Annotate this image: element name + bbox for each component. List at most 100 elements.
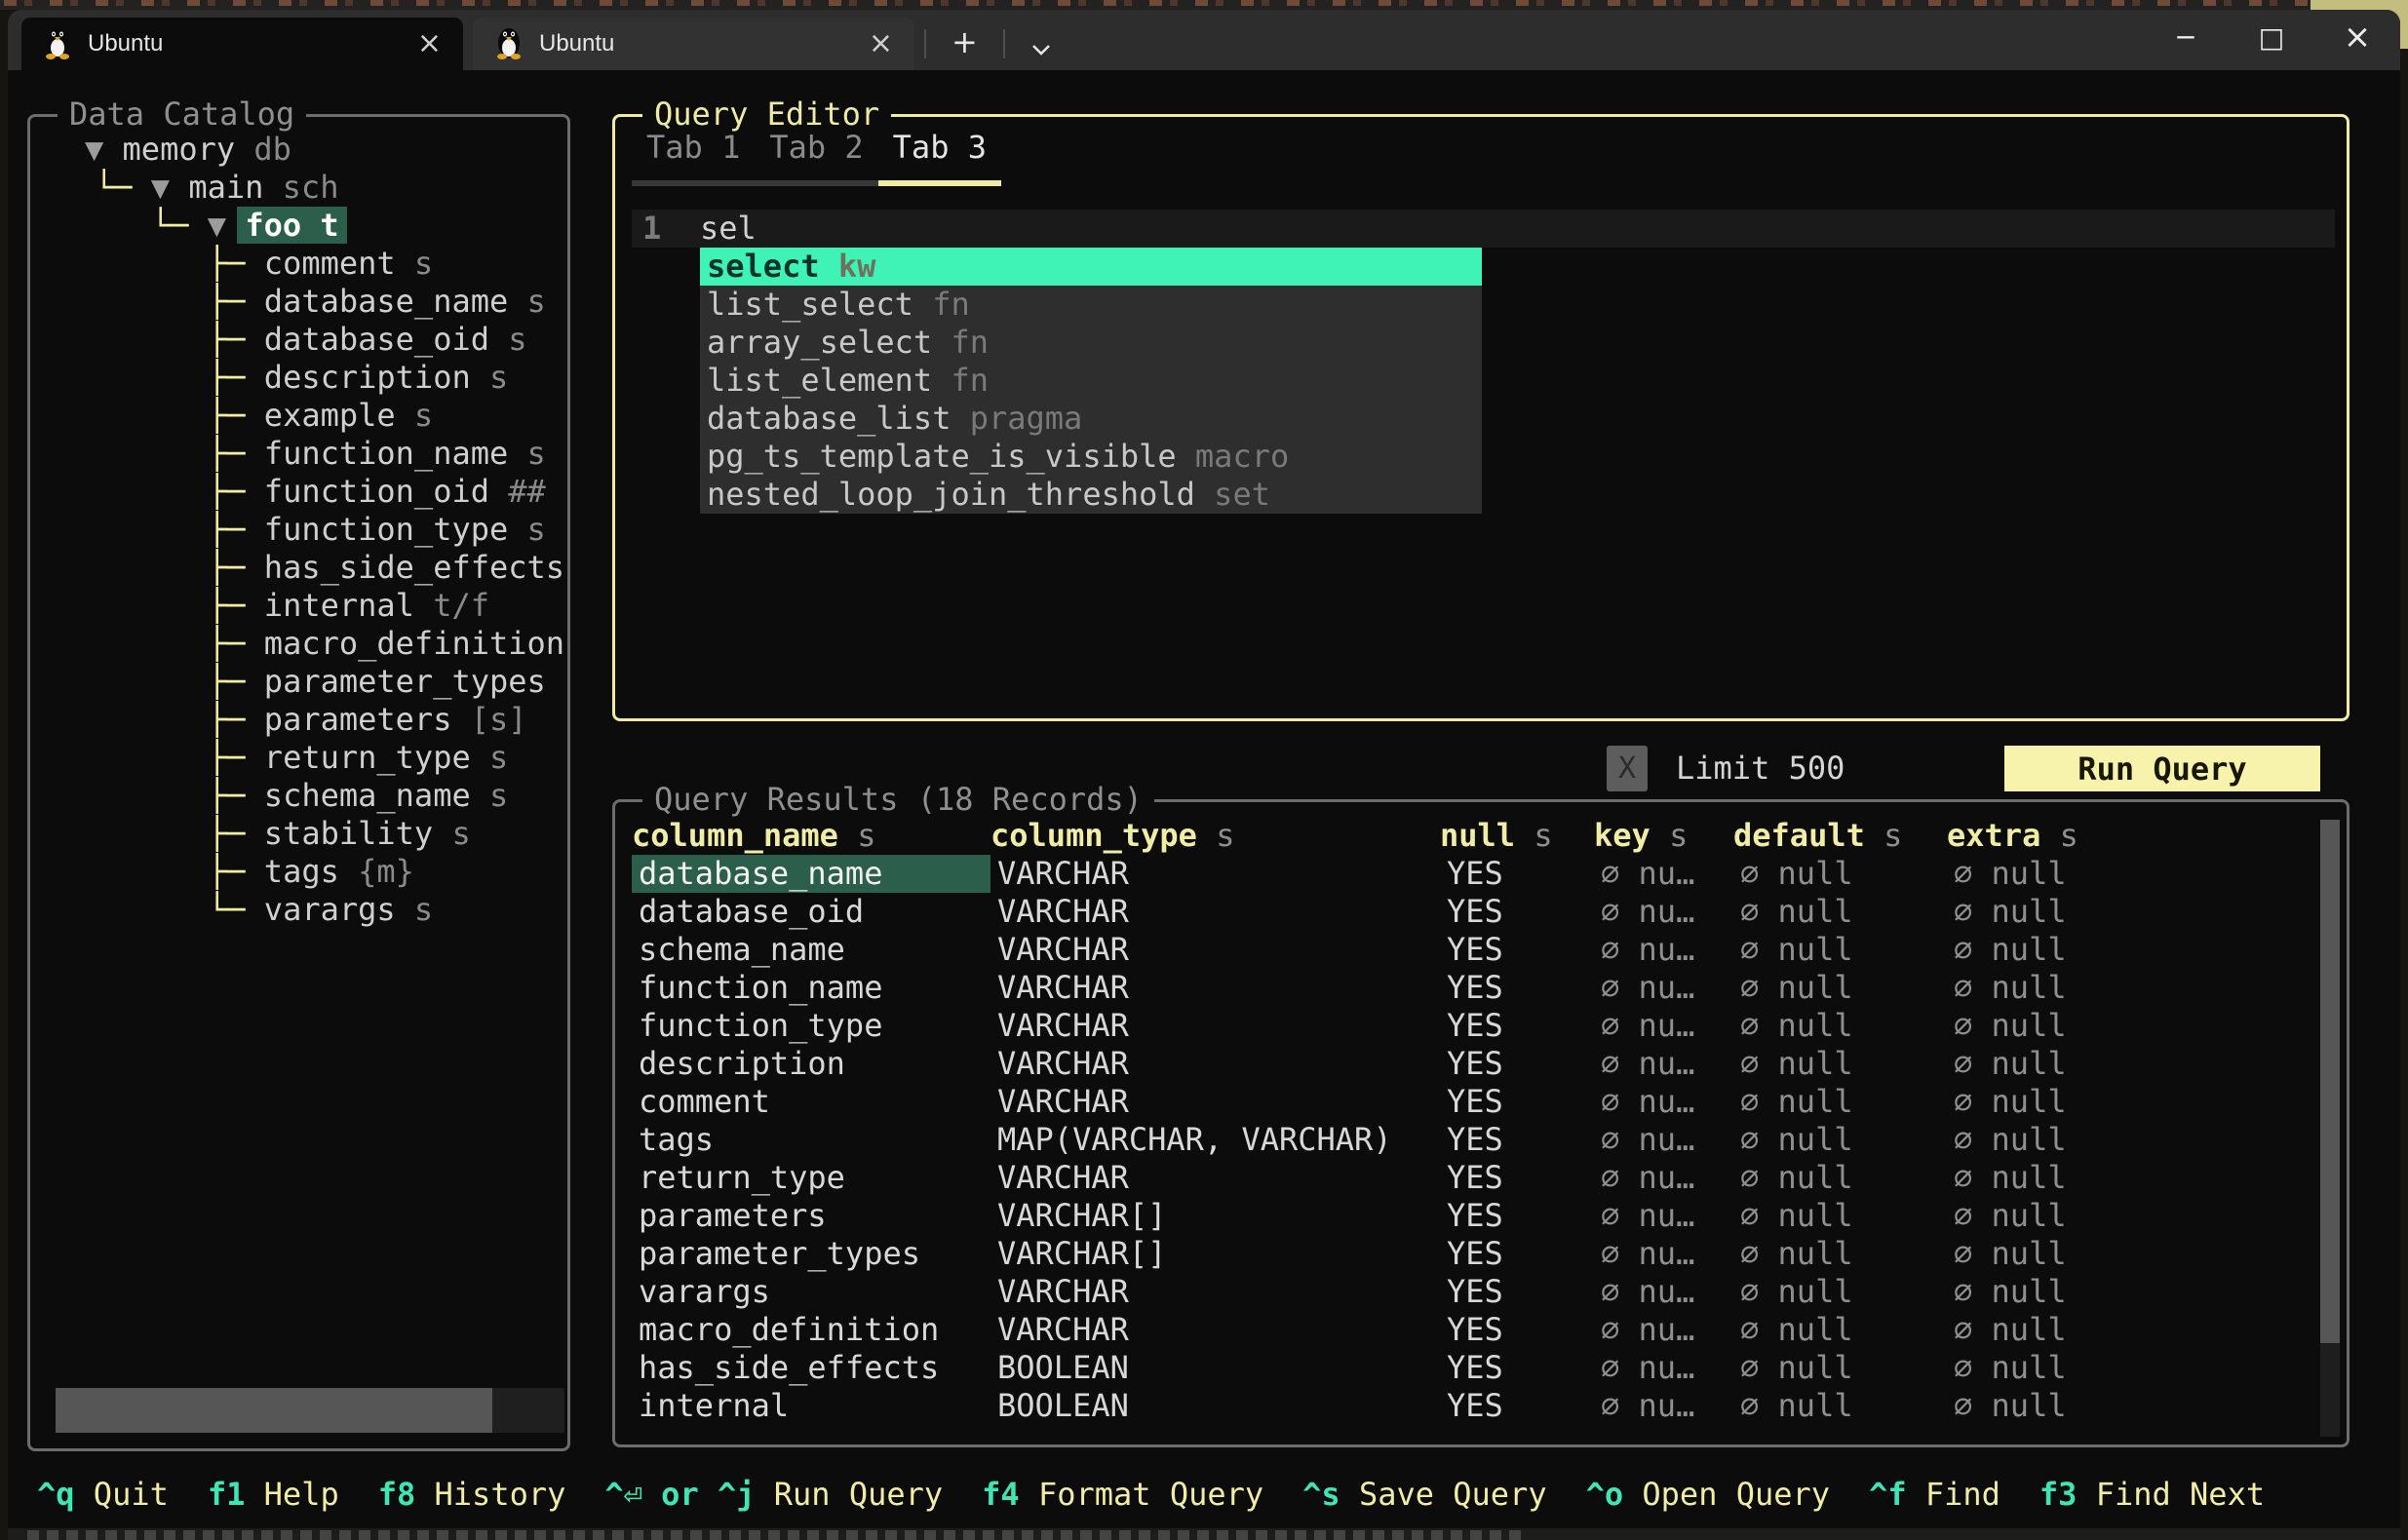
cell[interactable]: ∅ null (1947, 893, 2311, 931)
footer-open-query[interactable]: ^o Open Query (1586, 1476, 1830, 1513)
tab-close-icon[interactable]: × (863, 29, 899, 58)
cell[interactable]: ∅ nu… (1594, 855, 1733, 893)
cell[interactable]: ∅ null (1947, 1007, 2311, 1045)
column-header-extra[interactable]: extra s (1947, 817, 2311, 855)
run-query-button[interactable]: Run Query (2004, 746, 2320, 791)
cell[interactable]: YES (1440, 1083, 1594, 1121)
column-header-column_name[interactable]: column_name s (632, 817, 990, 855)
tree-item-schema_name[interactable]: ├─ schema_name s (30, 777, 567, 815)
column-header-key[interactable]: key s (1594, 817, 1733, 855)
cell[interactable]: YES (1440, 1387, 1594, 1425)
new-tab-button[interactable]: + (936, 23, 993, 70)
autocomplete-item-array_select[interactable]: array_select fn (700, 324, 1482, 362)
tree-item-internal[interactable]: ├─ internal t/f (30, 587, 567, 625)
maximize-button[interactable]: □ (2229, 10, 2314, 64)
cell[interactable]: BOOLEAN (990, 1349, 1440, 1387)
footer-help[interactable]: f1 Help (208, 1476, 339, 1513)
cell[interactable]: varargs (632, 1273, 990, 1311)
cell[interactable]: ∅ null (1733, 931, 1947, 969)
terminal-tab-1[interactable]: Ubuntu × (21, 18, 463, 70)
autocomplete-item-nested_loop_join_threshold[interactable]: nested_loop_join_threshold set (700, 476, 1482, 514)
tree-item-foo[interactable]: └─ ▼ foo t (30, 207, 567, 245)
column-header-column_type[interactable]: column_type s (990, 817, 1440, 855)
cell[interactable]: has_side_effects (632, 1349, 990, 1387)
cell[interactable]: ∅ null (1733, 969, 1947, 1007)
cell[interactable]: macro_definition (632, 1311, 990, 1349)
cell[interactable]: ∅ nu… (1594, 931, 1733, 969)
cell[interactable]: ∅ nu… (1594, 1007, 1733, 1045)
cell[interactable]: ∅ null (1947, 1197, 2311, 1235)
cell[interactable]: ∅ null (1733, 1349, 1947, 1387)
limit-checkbox[interactable]: X (1607, 746, 1648, 791)
cell[interactable]: ∅ nu… (1594, 1045, 1733, 1083)
cell[interactable]: YES (1440, 931, 1594, 969)
cell[interactable]: ∅ null (1733, 1045, 1947, 1083)
autocomplete-item-pg_ts_template_is_visible[interactable]: pg_ts_template_is_visible macro (700, 438, 1482, 476)
editor-line-1[interactable]: 1 sel (632, 210, 2335, 248)
cell[interactable]: YES (1440, 1007, 1594, 1045)
cell[interactable]: ∅ null (1733, 1159, 1947, 1197)
cell[interactable]: ∅ null (1947, 1045, 2311, 1083)
editor-tab-3[interactable]: Tab 3 (878, 129, 1001, 186)
footer-format-query[interactable]: f4 Format Query (982, 1476, 1263, 1513)
cell[interactable]: ∅ nu… (1594, 1159, 1733, 1197)
cell[interactable]: VARCHAR (990, 1083, 1440, 1121)
autocomplete-item-select[interactable]: select kw (700, 248, 1482, 286)
cell[interactable]: ∅ nu… (1594, 1387, 1733, 1425)
tree-item-macro_definition[interactable]: ├─ macro_definition (30, 625, 567, 663)
cell[interactable]: YES (1440, 969, 1594, 1007)
cell[interactable]: YES (1440, 855, 1594, 893)
cell[interactable]: ∅ nu… (1594, 1273, 1733, 1311)
footer-run-query[interactable]: ^⏎ or ^j Run Query (604, 1476, 943, 1513)
cell[interactable]: ∅ nu… (1594, 893, 1733, 931)
cell[interactable]: tags (632, 1121, 990, 1159)
cell[interactable]: function_name (632, 969, 990, 1007)
cell[interactable]: ∅ nu… (1594, 1235, 1733, 1273)
tab-close-icon[interactable]: × (411, 29, 447, 58)
cell[interactable]: ∅ null (1733, 1121, 1947, 1159)
tree-item-varargs[interactable]: └─ varargs s (30, 891, 567, 929)
tree-item-example[interactable]: ├─ example s (30, 397, 567, 435)
cell[interactable]: YES (1440, 1159, 1594, 1197)
cell[interactable]: ∅ nu… (1594, 969, 1733, 1007)
cell[interactable]: database_name (632, 855, 990, 893)
cell[interactable]: BOOLEAN (990, 1387, 1440, 1425)
footer-history[interactable]: f8 History (378, 1476, 566, 1513)
scrollbar-thumb[interactable] (56, 1388, 492, 1433)
column-header-null[interactable]: null s (1440, 817, 1594, 855)
cell[interactable]: ∅ null (1733, 893, 1947, 931)
tree-item-function_oid[interactable]: ├─ function_oid ## (30, 473, 567, 511)
cell[interactable]: ∅ nu… (1594, 1083, 1733, 1121)
tree-item-description[interactable]: ├─ description s (30, 359, 567, 397)
cell[interactable]: ∅ null (1733, 1083, 1947, 1121)
cell[interactable]: ∅ null (1947, 969, 2311, 1007)
tree-item-parameters[interactable]: ├─ parameters [s] (30, 701, 567, 739)
cell[interactable]: ∅ null (1947, 1349, 2311, 1387)
tree-item-database_oid[interactable]: ├─ database_oid s (30, 321, 567, 359)
tree-item-main[interactable]: └─ ▼ main sch (30, 169, 567, 207)
cell[interactable]: parameters (632, 1197, 990, 1235)
footer-find[interactable]: ^f Find (1869, 1476, 2000, 1513)
cell[interactable]: YES (1440, 1197, 1594, 1235)
cell[interactable]: VARCHAR (990, 855, 1440, 893)
autocomplete-item-database_list[interactable]: database_list pragma (700, 400, 1482, 438)
cell[interactable]: ∅ null (1733, 1387, 1947, 1425)
cell[interactable]: ∅ nu… (1594, 1349, 1733, 1387)
column-header-default[interactable]: default s (1733, 817, 1947, 855)
cell[interactable]: VARCHAR (990, 969, 1440, 1007)
cell[interactable]: MAP(VARCHAR, VARCHAR) (990, 1121, 1440, 1159)
footer-save-query[interactable]: ^s Save Query (1302, 1476, 1546, 1513)
cell[interactable]: ∅ nu… (1594, 1197, 1733, 1235)
cell[interactable]: ∅ null (1733, 1235, 1947, 1273)
cell[interactable]: ∅ null (1947, 1121, 2311, 1159)
cell[interactable]: database_oid (632, 893, 990, 931)
cell[interactable]: ∅ null (1947, 1235, 2311, 1273)
cell[interactable]: ∅ null (1733, 1311, 1947, 1349)
cell[interactable]: description (632, 1045, 990, 1083)
autocomplete-item-list_element[interactable]: list_element fn (700, 362, 1482, 400)
catalog-horizontal-scrollbar[interactable] (56, 1388, 564, 1433)
cell[interactable]: VARCHAR[] (990, 1197, 1440, 1235)
cell[interactable]: YES (1440, 1311, 1594, 1349)
cell[interactable]: ∅ nu… (1594, 1121, 1733, 1159)
footer-quit[interactable]: ^q Quit (37, 1476, 169, 1513)
